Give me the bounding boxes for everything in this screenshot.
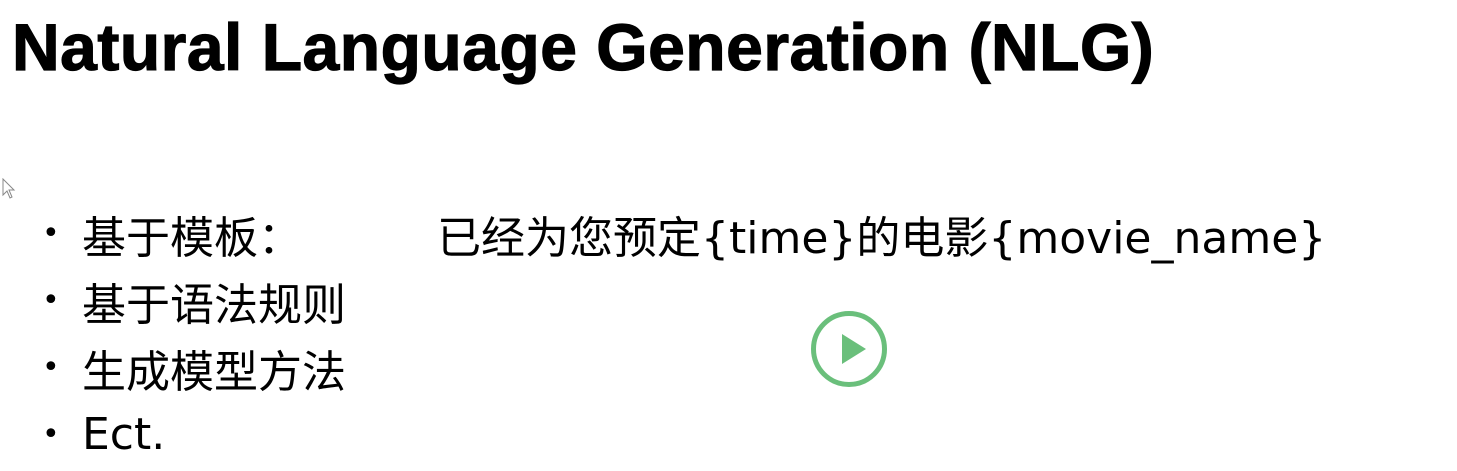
bullet-item-template: • 基于模板： [42, 200, 346, 267]
bullet-text: 基于模板： [82, 212, 302, 264]
bullet-text: 基于语法规则 [82, 279, 346, 331]
play-icon [842, 334, 866, 364]
bullet-dot: • [42, 417, 60, 452]
slide: Natural Language Generation (NLG) • 基于模板… [0, 0, 1457, 471]
bullet-dot: • [42, 350, 60, 385]
mouse-pointer-icon [2, 178, 16, 199]
bullet-list: • 基于模板： • 基于语法规则 • 生成模型方法 • Ect. [42, 200, 346, 468]
template-example-text: 已经为您预定{time}的电影{movie_name} [437, 212, 1327, 264]
bullet-text: 生成模型方法 [82, 346, 346, 398]
play-button[interactable] [811, 311, 887, 387]
bullet-dot: • [42, 216, 60, 251]
bullet-dot: • [42, 283, 60, 318]
bullet-item-grammar-rules: • 基于语法规则 [42, 267, 346, 334]
bullet-item-etc: • Ect. [42, 401, 346, 468]
slide-title: Natural Language Generation (NLG) [11, 9, 1155, 84]
bullet-text: Ect. [82, 409, 166, 460]
bullet-item-generative-models: • 生成模型方法 [42, 334, 346, 401]
